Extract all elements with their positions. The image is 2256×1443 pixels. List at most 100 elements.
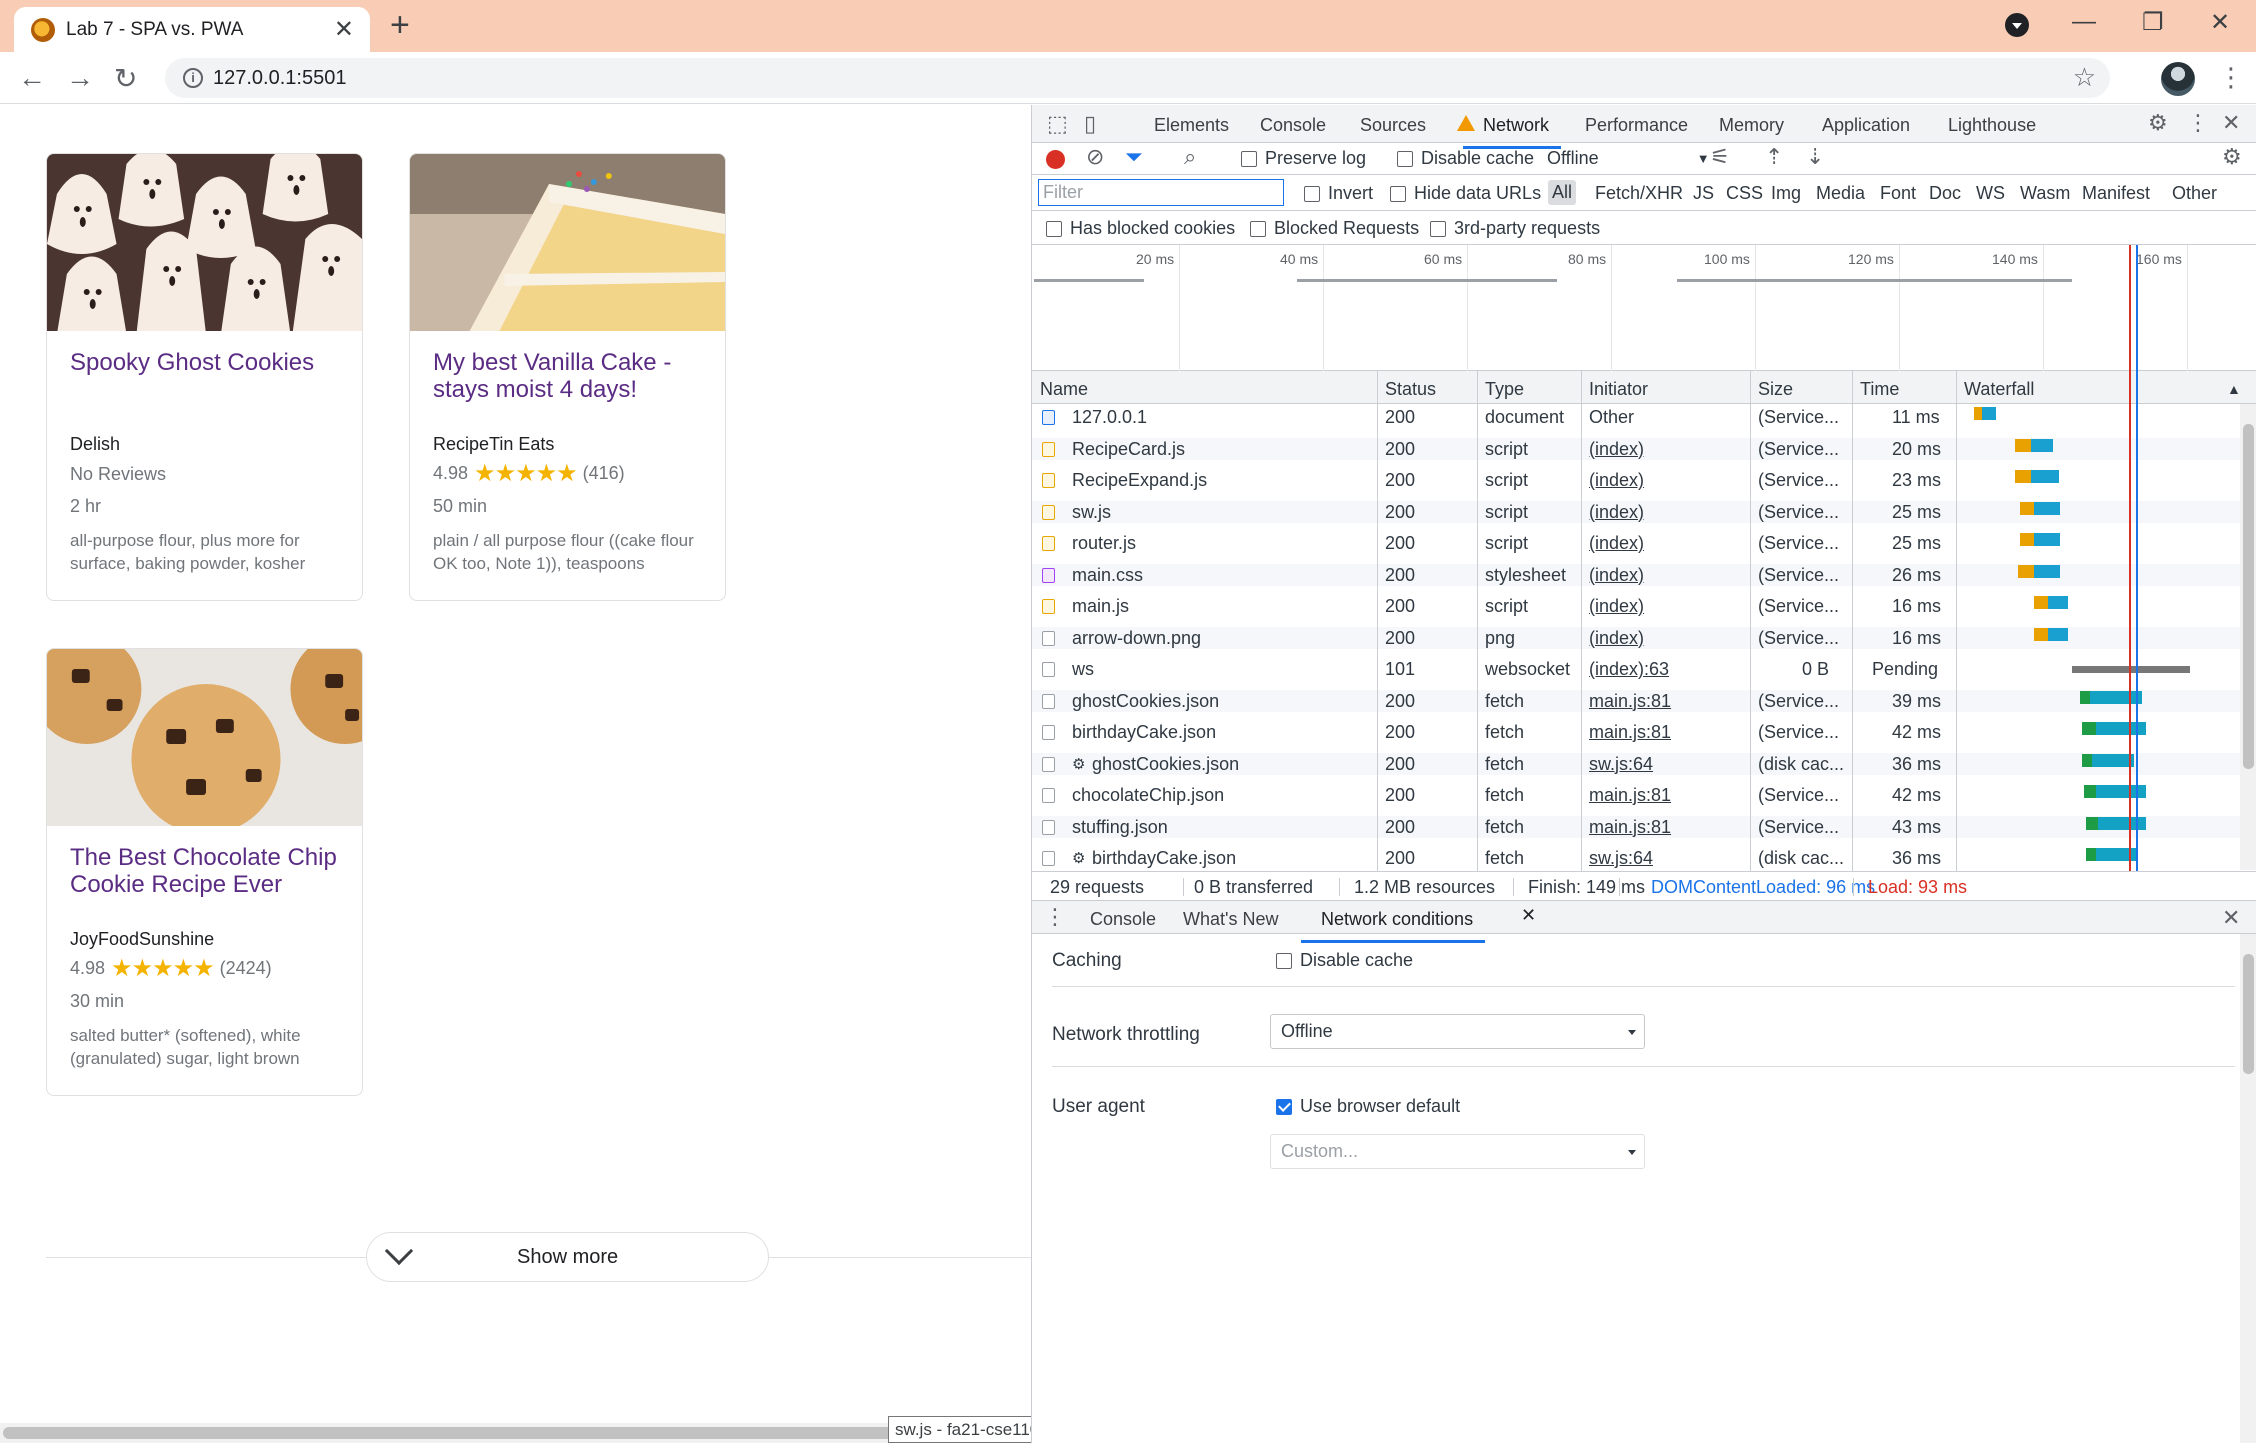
filter-type-js[interactable]: JS [1693, 183, 1714, 204]
request-initiator[interactable]: (index) [1589, 565, 1644, 586]
tab-network[interactable]: Network [1462, 115, 1562, 149]
column-initiator[interactable]: Initiator [1589, 379, 1648, 400]
request-row[interactable]: ⚙ ghostCookies.json 200 fetch sw.js:64 (disk … [1032, 752, 2240, 775]
request-row[interactable]: ghostCookies.json 200 fetch main.js:81 (Serv… [1032, 689, 2240, 712]
checkbox[interactable] [1276, 1098, 1292, 1115]
tab-elements[interactable]: Elements [1154, 115, 1229, 136]
bookmark-star-icon[interactable]: ☆ [2073, 62, 2096, 93]
checkbox[interactable] [1304, 185, 1320, 202]
clear-icon[interactable]: ⊘ [1086, 144, 1104, 170]
drawer-tab-whats-new[interactable]: What's New [1183, 909, 1278, 930]
request-initiator[interactable]: (index) [1589, 533, 1644, 554]
more-options-icon[interactable]: ⋮ [2187, 110, 2209, 136]
filter-type-manifest[interactable]: Manifest [2082, 183, 2150, 204]
network-throttling-select[interactable]: Offline [1270, 1014, 1645, 1049]
forward-arrow-icon[interactable]: → [66, 62, 94, 94]
checkbox[interactable] [1046, 220, 1062, 237]
scrollbar-thumb[interactable] [3, 1427, 1013, 1439]
request-row[interactable]: 127.0.0.1 200 document Other (Service... 11 m… [1032, 406, 2240, 428]
has-blocked-cookies-checkbox[interactable]: Has blocked cookies [1046, 218, 1235, 239]
device-toolbar-icon[interactable]: ▯ [1084, 111, 1096, 137]
checkbox[interactable] [1430, 220, 1446, 237]
use-browser-default-checkbox[interactable]: Use browser default [1276, 1096, 1460, 1117]
request-row[interactable]: main.js 200 script (index) (Service... 16 ms [1032, 595, 2240, 617]
filter-type-all[interactable]: All [1548, 180, 1577, 205]
export-har-icon[interactable]: ⇣ [1806, 144, 1824, 170]
url-text[interactable]: 127.0.0.1:5501 [213, 67, 346, 90]
scrollbar-thumb[interactable] [2243, 424, 2254, 769]
column-time[interactable]: Time [1860, 379, 1899, 400]
request-initiator[interactable]: (index):63 [1589, 659, 1669, 680]
column-name[interactable]: Name [1040, 379, 1088, 400]
checkbox[interactable] [1241, 150, 1257, 167]
close-drawer-icon[interactable]: ✕ [2222, 905, 2240, 931]
tab-console[interactable]: Console [1260, 115, 1326, 136]
close-devtools-icon[interactable]: ✕ [2222, 110, 2240, 136]
column-waterfall[interactable]: Waterfall [1964, 379, 2034, 400]
reload-icon[interactable]: ↻ [114, 62, 137, 95]
network-conditions-icon[interactable]: ⚟ [1710, 144, 1730, 170]
filter-type-other[interactable]: Other [2172, 183, 2217, 204]
drawer-scrollbar[interactable] [2240, 934, 2256, 1443]
request-initiator[interactable]: sw.js:64 [1589, 754, 1653, 775]
filter-type-img[interactable]: Img [1771, 183, 1801, 204]
filter-type-media[interactable]: Media [1816, 183, 1865, 204]
filter-type-fetch-xhr[interactable]: Fetch/XHR [1595, 183, 1683, 204]
recipe-title[interactable]: Spooky Ghost Cookies [70, 349, 350, 376]
blocked-requests-checkbox[interactable]: Blocked Requests [1250, 218, 1419, 239]
filter-type-ws[interactable]: WS [1976, 183, 2005, 204]
tab-search-icon[interactable] [2005, 13, 2029, 37]
recipe-card[interactable]: Spooky Ghost Cookies Delish No Reviews 2… [46, 153, 363, 601]
third-party-checkbox[interactable]: 3rd-party requests [1430, 218, 1600, 239]
checkbox[interactable] [1276, 952, 1292, 969]
filter-type-font[interactable]: Font [1880, 183, 1916, 204]
request-row[interactable]: arrow-down.png 200 png (index) (Service... 16… [1032, 626, 2240, 649]
request-row[interactable]: chocolateChip.json 200 fetch main.js:81 (Ser… [1032, 784, 2240, 806]
minimize-button[interactable]: — [2072, 8, 2096, 36]
column-size[interactable]: Size [1758, 379, 1793, 400]
record-icon[interactable] [1046, 150, 1065, 169]
inspect-element-icon[interactable]: ⬚ [1047, 111, 1068, 137]
browser-tab[interactable]: Lab 7 - SPA vs. PWA ✕ [14, 7, 370, 52]
disable-cache-checkbox[interactable]: Disable cache [1397, 148, 1534, 169]
search-icon[interactable]: ⌕ [1184, 144, 1196, 170]
recipe-card[interactable]: My best Vanilla Cake - stays moist 4 day… [409, 153, 726, 601]
throttle-select[interactable]: Offline ▼ [1547, 148, 1710, 169]
drawer-tab-console[interactable]: Console [1090, 909, 1156, 930]
close-window-button[interactable]: ✕ [2210, 8, 2230, 37]
request-row[interactable]: RecipeExpand.js 200 script (index) (Service.… [1032, 469, 2240, 491]
requests-scrollbar[interactable] [2240, 404, 2256, 870]
drawer-menu-icon[interactable]: ⋮ [1044, 904, 1066, 930]
scrollbar-thumb[interactable] [2243, 954, 2254, 1074]
request-initiator[interactable]: (index) [1589, 439, 1644, 460]
request-initiator[interactable]: (index) [1589, 502, 1644, 523]
nc-disable-cache-checkbox[interactable]: Disable cache [1276, 950, 1413, 971]
site-info-icon[interactable]: i [183, 68, 203, 88]
request-row[interactable]: sw.js 200 script (index) (Service... 25 ms [1032, 500, 2240, 523]
recipe-card[interactable]: The Best Chocolate Chip Cookie Recipe Ev… [46, 648, 363, 1096]
tab-performance[interactable]: Performance [1585, 115, 1688, 136]
network-settings-icon[interactable]: ⚙ [2222, 144, 2242, 170]
recipe-title[interactable]: My best Vanilla Cake - stays moist 4 day… [433, 349, 713, 403]
sort-up-icon[interactable]: ▲ [2227, 381, 2241, 397]
preserve-log-checkbox[interactable]: Preserve log [1241, 148, 1366, 169]
request-initiator[interactable]: (index) [1589, 596, 1644, 617]
request-row[interactable]: ⚙ birthdayCake.json 200 fetch sw.js:64 (disk … [1032, 847, 2240, 869]
filter-type-doc[interactable]: Doc [1929, 183, 1961, 204]
filter-type-wasm[interactable]: Wasm [2020, 183, 2070, 204]
request-row[interactable]: RecipeCard.js 200 script (index) (Service...… [1032, 437, 2240, 460]
horizontal-scrollbar[interactable] [0, 1423, 1031, 1443]
tab-sources[interactable]: Sources [1360, 115, 1426, 136]
tab-memory[interactable]: Memory [1719, 115, 1784, 136]
request-row[interactable]: router.js 200 script (index) (Service... 25 m… [1032, 532, 2240, 554]
checkbox[interactable] [1390, 185, 1406, 202]
request-initiator[interactable]: (index) [1589, 628, 1644, 649]
address-bar[interactable]: i 127.0.0.1:5501 ☆ [165, 58, 2110, 98]
timeline-overview[interactable]: 20 ms 40 ms 60 ms 80 ms 100 ms 120 ms 14… [1032, 245, 2256, 371]
column-status[interactable]: Status [1385, 379, 1436, 400]
request-row[interactable]: ws 101 websocket (index):63 0 B Pending [1032, 658, 2240, 680]
request-initiator[interactable]: sw.js:64 [1589, 848, 1653, 869]
show-more-button[interactable]: Show more [366, 1232, 769, 1282]
checkbox[interactable] [1250, 220, 1266, 237]
hide-data-urls-checkbox[interactable]: Hide data URLs [1390, 183, 1541, 204]
